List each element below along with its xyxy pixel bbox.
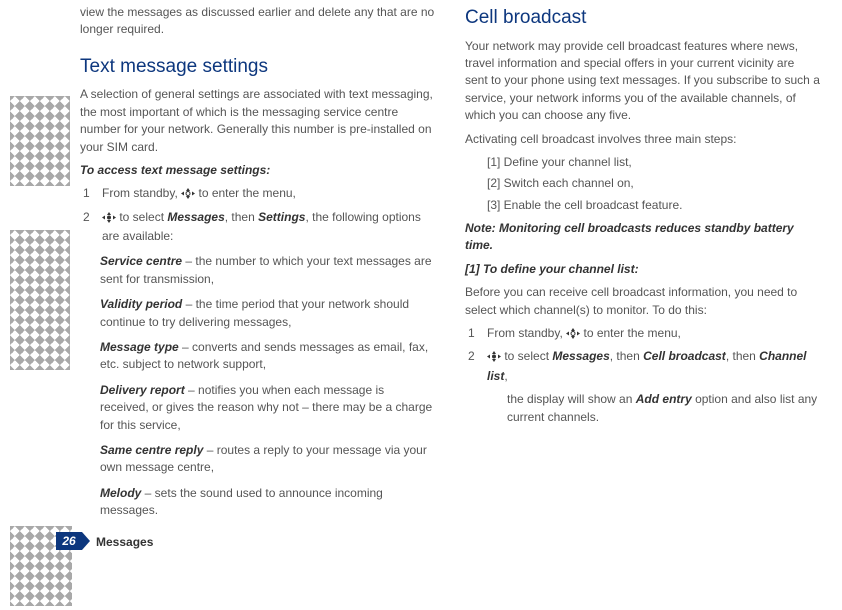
access-settings-heading: To access text message settings: xyxy=(80,162,435,179)
nav-4-way-icon xyxy=(566,327,580,344)
settings-options-list: Service centre – the number to which you… xyxy=(100,253,435,519)
decoration-left-2 xyxy=(10,230,70,370)
option-validity-period: Validity period – the time period that y… xyxy=(100,296,435,331)
three-step-2: [2] Switch each channel on, xyxy=(487,175,820,192)
option-delivery-report: Delivery report – notifies you when each… xyxy=(100,382,435,434)
page-number: 26 xyxy=(62,534,75,548)
cell-broadcast-intro: Your network may provide cell broadcast … xyxy=(465,38,820,125)
three-step-3: [3] Enable the cell broadcast feature. xyxy=(487,197,820,214)
heading-cell-broadcast: Cell broadcast xyxy=(465,4,820,32)
footer-section-label: Messages xyxy=(96,534,153,551)
define-channel-list-heading: [1] To define your channel list: xyxy=(465,261,820,278)
page-number-pointer xyxy=(82,532,90,550)
nav-center-press-icon xyxy=(487,350,501,367)
step-2: 2 to select Messages, then Settings, the… xyxy=(80,209,435,246)
option-same-centre-reply: Same centre reply – routes a reply to yo… xyxy=(100,442,435,477)
decoration-left-1 xyxy=(10,96,70,186)
page-number-badge: 26 xyxy=(56,532,82,550)
column-right: Cell broadcast Your network may provide … xyxy=(465,0,820,432)
option-service-centre: Service centre – the number to which you… xyxy=(100,253,435,288)
result-text: the display will show an Add entry optio… xyxy=(507,391,820,426)
nav-4-way-icon xyxy=(181,187,195,204)
define-channel-steps: 1 From standby, to enter the menu, 2 xyxy=(465,325,820,385)
nav-center-press-icon xyxy=(102,211,116,228)
battery-note: Note: Monitoring cell broadcasts reduces… xyxy=(465,220,820,255)
activating-intro: Activating cell broadcast involves three… xyxy=(465,131,820,148)
column-left: view the messages as discussed earlier a… xyxy=(80,0,435,528)
option-message-type: Message type – converts and sends messag… xyxy=(100,339,435,374)
three-step-1: [1] Define your channel list, xyxy=(487,154,820,171)
option-melody: Melody – sets the sound used to announce… xyxy=(100,485,435,520)
three-steps-list: [1] Define your channel list, [2] Switch… xyxy=(487,154,820,214)
heading-text-message-settings: Text message settings xyxy=(80,53,435,81)
dstep-1: 1 From standby, to enter the menu, xyxy=(465,325,820,344)
text-message-settings-intro: A selection of general settings are asso… xyxy=(80,86,435,156)
intro-continuation: view the messages as discussed earlier a… xyxy=(80,4,435,39)
define-channel-list-intro: Before you can receive cell broadcast in… xyxy=(465,284,820,319)
access-settings-steps: 1 From standby, to enter the menu, 2 xyxy=(80,185,435,245)
dstep-2: 2 to select Messages, then Cell broadcas… xyxy=(465,348,820,385)
step-1: 1 From standby, to enter the menu, xyxy=(80,185,435,204)
